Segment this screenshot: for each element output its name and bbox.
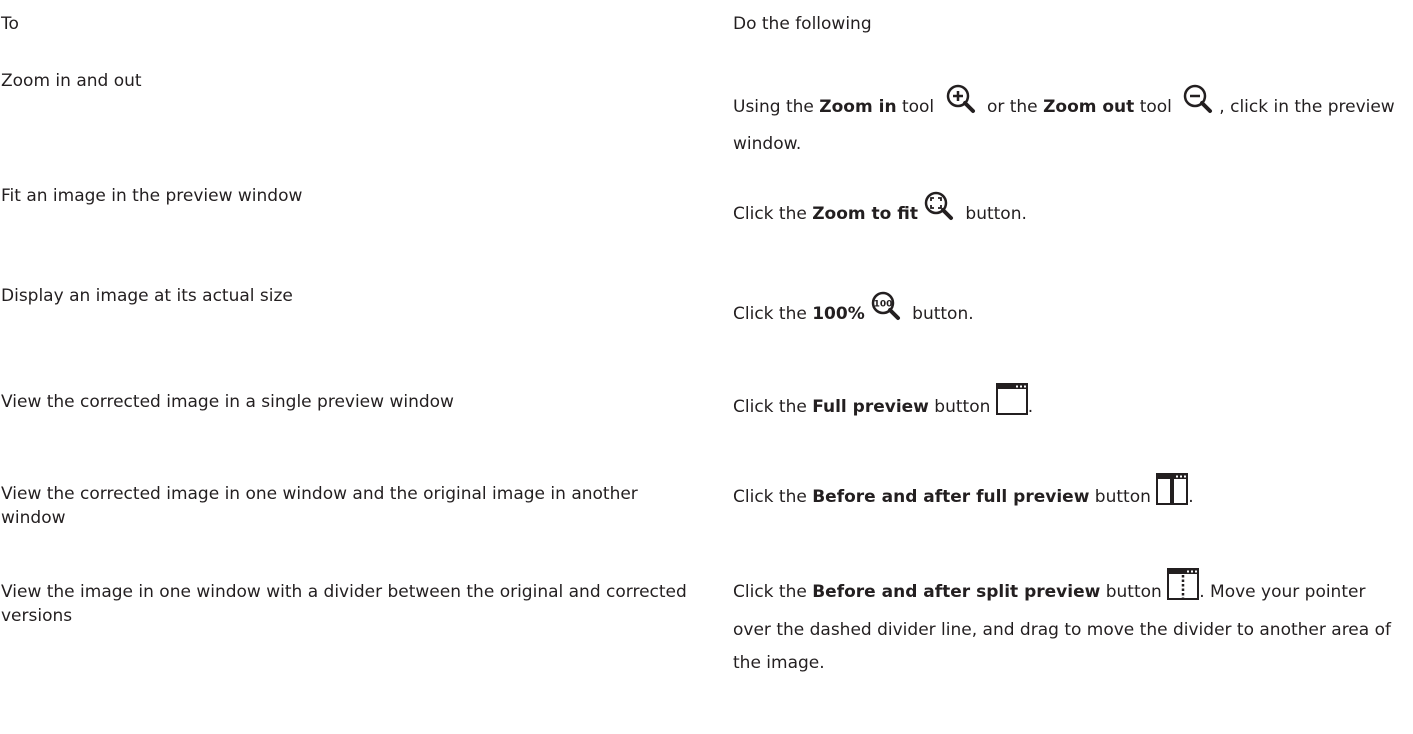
row-before-after-full-instructions: Click the Before and after full preview …	[733, 473, 1405, 519]
zoom-to-fit-label: Zoom to fit	[812, 204, 918, 224]
row-fit-image-task: Fit an image in the preview window	[1, 186, 303, 206]
row-split-preview-task: View the image in one window with a divi…	[1, 582, 687, 626]
before-after-split-preview-icon	[1167, 568, 1200, 612]
row-zoom-in-out-instructions: Using the Zoom in tool or the Zoom out t…	[733, 84, 1405, 161]
full-preview-label: Full preview	[812, 397, 929, 417]
row-single-preview-instructions: Click the Full preview button .	[733, 383, 1405, 429]
zoom-out-icon	[1182, 84, 1214, 126]
row-single-preview-task: View the corrected image in a single pre…	[1, 392, 454, 412]
row-fit-image-instructions: Click the Zoom to fit button.	[733, 191, 1405, 235]
before-after-split-preview-label: Before and after split preview	[812, 582, 1101, 602]
row-split-preview-instructions: Click the Before and after split preview…	[733, 568, 1405, 680]
before-after-full-preview-label: Before and after full preview	[812, 487, 1090, 507]
row-zoom-in-out-task: Zoom in and out	[1, 71, 142, 91]
zoom-in-icon	[945, 84, 977, 126]
header-to: To	[1, 14, 19, 34]
before-after-full-preview-icon	[1156, 473, 1189, 517]
zoom-100-icon: 100	[870, 291, 902, 333]
zoom-to-fit-icon	[923, 191, 955, 233]
full-preview-icon	[995, 383, 1028, 427]
zoom-100-label: 100%	[812, 304, 865, 324]
zoom-in-label: Zoom in	[819, 97, 897, 117]
zoom-100-icon-text: 100	[873, 300, 892, 310]
header-do-the-following: Do the following	[733, 14, 872, 34]
row-actual-size-instructions: Click the 100% 100 button.	[733, 291, 1405, 335]
row-actual-size-task: Display an image at its actual size	[1, 286, 293, 306]
row-before-after-full-task: View the corrected image in one window a…	[1, 484, 638, 528]
zoom-out-label: Zoom out	[1043, 97, 1135, 117]
